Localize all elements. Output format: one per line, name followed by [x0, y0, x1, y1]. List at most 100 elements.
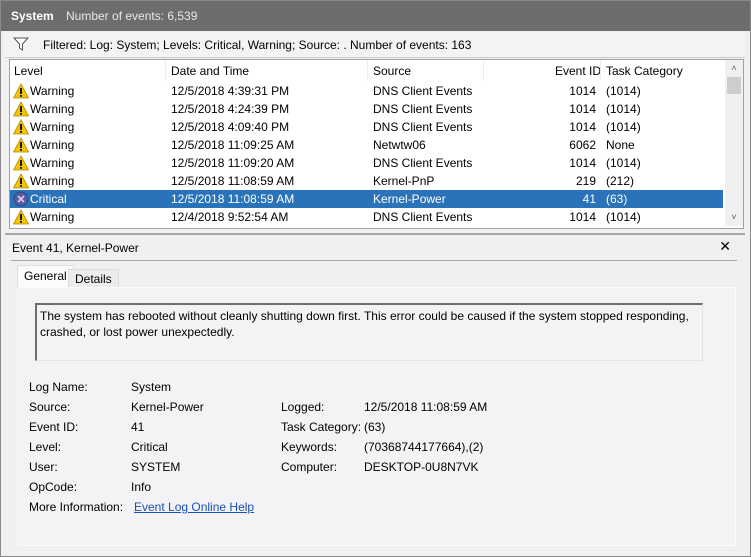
label-keywords: Keywords: — [281, 440, 338, 454]
cell-date: 12/5/2018 4:09:40 PM — [171, 120, 290, 134]
tab-general[interactable]: General — [17, 265, 74, 288]
cell-event-id: 1014 — [569, 102, 596, 116]
label-source: Source: — [29, 400, 71, 414]
label-user: User: — [29, 460, 58, 474]
label-event-id: Event ID: — [29, 420, 79, 434]
cell-date: 12/5/2018 11:08:59 AM — [171, 192, 295, 206]
cell-event-id: 1014 — [569, 120, 596, 134]
value-opcode: Info — [131, 480, 152, 494]
table-row[interactable]: Warning 12/5/2018 11:08:59 AM Kernel-PnP 21… — [10, 172, 723, 190]
event-description[interactable]: The system has rebooted without cleanly … — [35, 303, 703, 361]
cell-source: Kernel-PnP — [373, 174, 435, 188]
grid-header: Level Date and Time Source Event ID Task… — [10, 60, 723, 81]
cell-task-category: (1014) — [606, 102, 641, 116]
label-logged: Logged: — [281, 400, 325, 414]
column-header-date[interactable]: Date and Time — [171, 64, 249, 78]
tab-details[interactable]: Details — [68, 269, 119, 288]
value-task-category: (63) — [364, 420, 386, 434]
cell-source: DNS Client Events — [373, 156, 473, 170]
column-divider[interactable] — [165, 60, 166, 81]
column-header-event-id[interactable]: Event ID — [555, 64, 601, 78]
cell-date: 12/5/2018 4:24:39 PM — [171, 102, 290, 116]
warning-icon — [12, 173, 30, 189]
value-logged: 12/5/2018 11:08:59 AM — [364, 400, 488, 414]
table-row[interactable]: Warning 12/4/2018 9:52:54 AM DNS Client Ev… — [10, 208, 723, 226]
column-divider[interactable] — [367, 60, 368, 81]
close-icon[interactable]: ✕ — [719, 238, 731, 255]
log-name: System — [11, 9, 54, 23]
cell-level: Critical — [30, 192, 67, 206]
table-row[interactable]: Warning 12/5/2018 4:09:40 PM DNS Client Ev… — [10, 118, 723, 136]
table-row[interactable]: Warning 12/5/2018 4:39:31 PM DNS Client Ev… — [10, 82, 723, 100]
log-title-bar: System Number of events: 6,539 — [1, 1, 750, 31]
event-viewer-window: System Number of events: 6,539 Filtered:… — [0, 0, 751, 557]
cell-task-category: (212) — [606, 174, 635, 188]
cell-source: Kernel-Power — [373, 192, 446, 206]
label-log-name: Log Name: — [29, 380, 88, 394]
table-row[interactable]: Warning 12/5/2018 11:09:20 AM DNS Client E… — [10, 154, 723, 172]
cell-level: Warning — [30, 174, 75, 188]
value-keywords: (70368744177664),(2) — [364, 440, 484, 454]
column-header-task-category[interactable]: Task Category — [606, 64, 683, 78]
table-row[interactable]: Warning 12/5/2018 11:09:25 AM Netwtw06 6062… — [10, 136, 723, 154]
label-level: Level: — [29, 440, 62, 454]
column-divider[interactable] — [483, 60, 484, 81]
label-computer: Computer: — [281, 460, 338, 474]
cell-event-id: 219 — [575, 174, 596, 188]
label-opcode: OpCode: — [29, 480, 78, 494]
cell-level: Warning — [30, 84, 75, 98]
cell-task-category: (1014) — [606, 120, 641, 134]
vertical-scrollbar[interactable]: ˄ ˅ — [725, 60, 743, 226]
cell-source: DNS Client Events — [373, 84, 473, 98]
divider — [11, 260, 737, 261]
value-computer: DESKTOP-0U8N7VK — [364, 460, 479, 474]
cell-level: Warning — [30, 102, 75, 116]
column-header-level[interactable]: Level — [14, 64, 43, 78]
cell-level: Warning — [30, 156, 75, 170]
value-level: Critical — [131, 440, 168, 454]
cell-task-category: None — [606, 138, 635, 152]
cell-date: 12/4/2018 9:52:54 AM — [171, 210, 289, 224]
scroll-up-icon[interactable]: ˄ — [725, 60, 743, 77]
cell-source: DNS Client Events — [373, 210, 473, 224]
events-grid[interactable]: Level Date and Time Source Event ID Task… — [9, 59, 744, 229]
value-source: Kernel-Power — [131, 400, 204, 414]
cell-level: Warning — [30, 120, 75, 134]
value-user: SYSTEM — [131, 460, 181, 474]
warning-icon — [12, 155, 30, 171]
event-log-online-help-link[interactable]: Event Log Online Help — [134, 500, 254, 514]
cell-event-id: 1014 — [569, 156, 596, 170]
cell-event-id: 41 — [582, 192, 596, 206]
cell-event-id: 6062 — [569, 138, 596, 152]
warning-icon — [12, 137, 30, 153]
filter-icon — [12, 36, 30, 52]
column-divider[interactable] — [600, 60, 601, 81]
general-tab-page: The system has rebooted without cleanly … — [17, 287, 736, 546]
label-more-information: More Information: — [29, 500, 124, 514]
warning-icon — [12, 101, 30, 117]
value-event-id: 41 — [131, 420, 145, 434]
cell-date: 12/5/2018 11:09:25 AM — [171, 138, 295, 152]
column-header-source[interactable]: Source — [373, 64, 411, 78]
cell-event-id: 1014 — [569, 210, 596, 224]
cell-task-category: (1014) — [606, 210, 641, 224]
cell-date: 12/5/2018 11:09:20 AM — [171, 156, 295, 170]
warning-icon — [12, 209, 30, 225]
event-detail-pane: Event 41, Kernel-Power ✕ General Details… — [5, 233, 745, 553]
scroll-thumb[interactable] — [727, 77, 741, 94]
critical-icon — [13, 191, 29, 207]
cell-date: 12/5/2018 11:08:59 AM — [171, 174, 295, 188]
cell-task-category: (1014) — [606, 84, 641, 98]
event-count: Number of events: 6,539 — [66, 9, 198, 23]
cell-source: Netwtw06 — [373, 138, 426, 152]
table-row[interactable]: Warning 12/5/2018 4:24:39 PM DNS Client Ev… — [10, 100, 723, 118]
cell-event-id: 1014 — [569, 84, 596, 98]
scroll-down-icon[interactable]: ˅ — [725, 209, 743, 226]
table-row[interactable]: Critical 12/5/2018 11:08:59 AM Kernel-Powe… — [10, 190, 723, 208]
value-log-name: System — [131, 380, 172, 394]
cell-level: Warning — [30, 138, 75, 152]
filter-description: Filtered: Log: System; Levels: Critical,… — [43, 38, 472, 52]
warning-icon — [12, 119, 30, 135]
cell-source: DNS Client Events — [373, 102, 473, 116]
detail-title: Event 41, Kernel-Power — [12, 241, 139, 255]
